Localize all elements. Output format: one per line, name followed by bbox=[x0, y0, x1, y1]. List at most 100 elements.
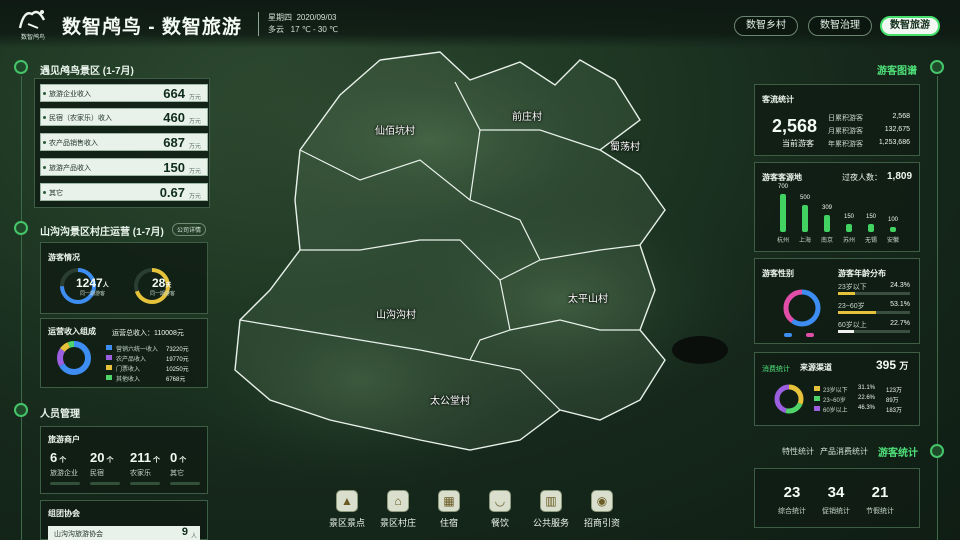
pin-icon bbox=[930, 444, 944, 458]
merchant-count-unit: 个 bbox=[152, 457, 160, 464]
age-fill bbox=[838, 311, 877, 314]
bottom-nav-item[interactable]: ◉ 招商引资 bbox=[577, 490, 627, 529]
section-title-village-ops: 山沟沟景区村庄运营 (1-7月) bbox=[40, 227, 164, 238]
revenue-row[interactable]: 旅游产品收入 150 万元 bbox=[40, 158, 208, 176]
source-bar bbox=[868, 223, 874, 232]
visitor-count: 1247人 bbox=[76, 276, 109, 290]
bowl-icon: ◡ bbox=[489, 490, 511, 512]
pin-icon bbox=[14, 60, 28, 74]
date: 2020/09/03 bbox=[296, 13, 337, 22]
village-label-4[interactable]: 山沟沟村 bbox=[376, 306, 416, 321]
merchant-count-unit: 个 bbox=[106, 457, 114, 464]
merchant-count-unit: 个 bbox=[59, 457, 67, 464]
tab-consumption[interactable]: 消费统计 bbox=[762, 364, 790, 374]
overnight-label: 过夜人数： bbox=[842, 173, 882, 182]
revenue-row[interactable]: 民宿（农家乐）收入 460 万元 bbox=[40, 108, 208, 126]
temple-icon: ⌂ bbox=[387, 490, 409, 512]
merchant-count: 211 个 bbox=[130, 450, 160, 465]
association-unit: 人 bbox=[190, 534, 197, 540]
logo-text: 数智鸬鸟 bbox=[20, 35, 45, 41]
overnight-count: 1,809 bbox=[887, 171, 913, 182]
bottom-nav-label: 餐饮 bbox=[490, 518, 509, 528]
visitor-source-title: 游客客源地 bbox=[762, 173, 802, 182]
channel-label: 60岁以上 bbox=[823, 408, 848, 414]
source-bar bbox=[780, 194, 786, 232]
pin-icon bbox=[14, 403, 28, 417]
page-title: 数智鸬鸟 - 数智旅游 bbox=[62, 17, 242, 38]
merchant-count-value: 0 bbox=[170, 450, 178, 465]
bottom-nav-label: 景区景点 bbox=[328, 518, 365, 528]
stay-days-value: 28 bbox=[152, 276, 166, 290]
bar-category: 杭州 bbox=[776, 238, 789, 244]
channel-title: 来源渠道 bbox=[800, 363, 832, 372]
source-bar bbox=[802, 204, 808, 232]
row-value: 460 bbox=[163, 110, 185, 125]
bottom-nav-label: 景区村庄 bbox=[379, 518, 416, 528]
bottom-nav-label: 公共服务 bbox=[532, 518, 569, 528]
bar-category: 南京 bbox=[820, 238, 833, 244]
village-label-3[interactable]: 蜀荡村 bbox=[610, 138, 640, 153]
revenue-row[interactable]: 农产品销售收入 687 万元 bbox=[40, 133, 208, 151]
merchant-count-value: 6 bbox=[50, 450, 58, 465]
nav-digital-governance[interactable]: 数智治理 bbox=[808, 16, 872, 36]
legend-label: 其他收入 bbox=[116, 377, 141, 383]
nav-digital-tourism[interactable]: 数智旅游 bbox=[880, 16, 940, 36]
age-fill bbox=[838, 330, 855, 333]
stat-label: 年累积游客 bbox=[828, 141, 863, 148]
legend-label: 农产品收入 bbox=[116, 357, 147, 363]
channel-total: 395 万 bbox=[876, 358, 908, 372]
bottom-nav-item[interactable]: ▦ 住宿 bbox=[424, 490, 474, 529]
bar-value: 309 bbox=[821, 205, 832, 212]
channel-total-unit: 万 bbox=[899, 361, 909, 371]
village-label-2[interactable]: 前庄村 bbox=[512, 108, 542, 123]
bar-category: 上海 bbox=[798, 238, 811, 244]
bar-value: 150 bbox=[843, 213, 854, 220]
revenue-row[interactable]: 其它 0.67 万元 bbox=[40, 183, 208, 201]
date-weather: 星期四 2020/09/03 多云 17 ℃ - 30 ℃ bbox=[268, 12, 338, 36]
tab-feature-stats[interactable]: 特性统计 bbox=[782, 446, 814, 457]
current-visitor-label: 当前游客 bbox=[782, 139, 814, 148]
coin-icon: ◉ bbox=[591, 490, 613, 512]
channel-amount: 123万 bbox=[886, 388, 903, 394]
summary-label: 促销统计 bbox=[822, 508, 850, 515]
merchant-count-value: 211 bbox=[130, 450, 151, 465]
age-pct: 24.3% bbox=[890, 282, 910, 289]
village-label-6[interactable]: 太公堂村 bbox=[430, 392, 470, 407]
legend-value: 6768元 bbox=[166, 377, 186, 383]
tab-product-consumption[interactable]: 产品消费统计 bbox=[820, 446, 868, 457]
nav-digital-village[interactable]: 数智乡村 bbox=[734, 16, 798, 36]
row-value: 687 bbox=[163, 135, 185, 150]
visitor-title: 游客情况 bbox=[48, 253, 80, 262]
summary-value: 34 bbox=[827, 484, 845, 501]
revenue-row[interactable]: 旅游企业收入 664 万元 bbox=[40, 84, 208, 102]
bar-value: 100 bbox=[887, 216, 898, 223]
bottom-nav-item[interactable]: ▥ 公共服务 bbox=[526, 490, 576, 529]
channel-label: 23~60岁 bbox=[823, 398, 846, 404]
tab-visitor-stats[interactable]: 游客统计 bbox=[878, 444, 918, 459]
company-detail-button[interactable]: 公司详情 bbox=[172, 223, 207, 236]
right-rail bbox=[937, 76, 938, 540]
village-label-5[interactable]: 太平山村 bbox=[568, 290, 608, 305]
bottom-nav-item[interactable]: ◡ 餐饮 bbox=[475, 490, 525, 529]
bar-category: 安徽 bbox=[886, 238, 899, 244]
age-label: 23~60岁 bbox=[838, 303, 865, 310]
association-row[interactable]: 山沟沟旅游协会 9 人 bbox=[48, 526, 200, 540]
merchant-bar bbox=[50, 482, 80, 485]
summary-label: 综合统计 bbox=[778, 508, 806, 515]
bottom-nav-item[interactable]: ⌂ 景区村庄 bbox=[373, 490, 423, 529]
merchant-type-label: 其它 bbox=[170, 470, 184, 477]
bottom-nav-item[interactable]: ▲ 景区景点 bbox=[322, 490, 372, 529]
association-count: 9 bbox=[181, 526, 188, 538]
legend-label: 门票收入 bbox=[116, 367, 141, 373]
village-label-1[interactable]: 仙佰坑村 bbox=[375, 122, 415, 137]
revenue-composition-title: 运营收入组成 bbox=[48, 327, 96, 336]
revenue-total: 运营总收入：110008元 bbox=[112, 330, 184, 337]
legend-swatch bbox=[106, 375, 112, 380]
lake bbox=[672, 336, 728, 364]
merchant-bar bbox=[130, 482, 160, 485]
bar-value: 700 bbox=[777, 184, 788, 190]
visitor-flow-title: 客流统计 bbox=[762, 95, 794, 104]
channel-swatch bbox=[814, 406, 820, 411]
weather: 多云 bbox=[268, 25, 284, 34]
stay-days: 28天 bbox=[152, 276, 171, 290]
